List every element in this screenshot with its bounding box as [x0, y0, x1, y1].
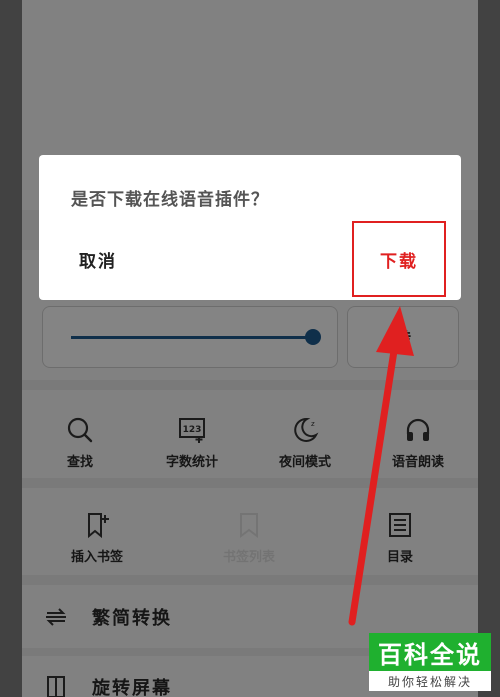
download-button-label: 下载 [380, 251, 418, 272]
download-plugin-dialog: 是否下载在线语音插件？ 取消 下载 [39, 155, 461, 300]
cancel-button[interactable]: 取消 [79, 247, 117, 272]
download-button[interactable]: 下载 [352, 221, 446, 297]
dialog-message: 是否下载在线语音插件？ [71, 190, 269, 210]
watermark-logo: 百科全说 助你轻松解决 [369, 633, 491, 691]
watermark-subtitle-box: 助你轻松解决 [369, 671, 491, 691]
modal-overlay[interactable] [0, 0, 500, 697]
watermark-title-box: 百科全说 [369, 633, 491, 671]
watermark-subtitle: 助你轻松解决 [387, 674, 472, 689]
watermark-title: 百科全说 [378, 640, 482, 669]
